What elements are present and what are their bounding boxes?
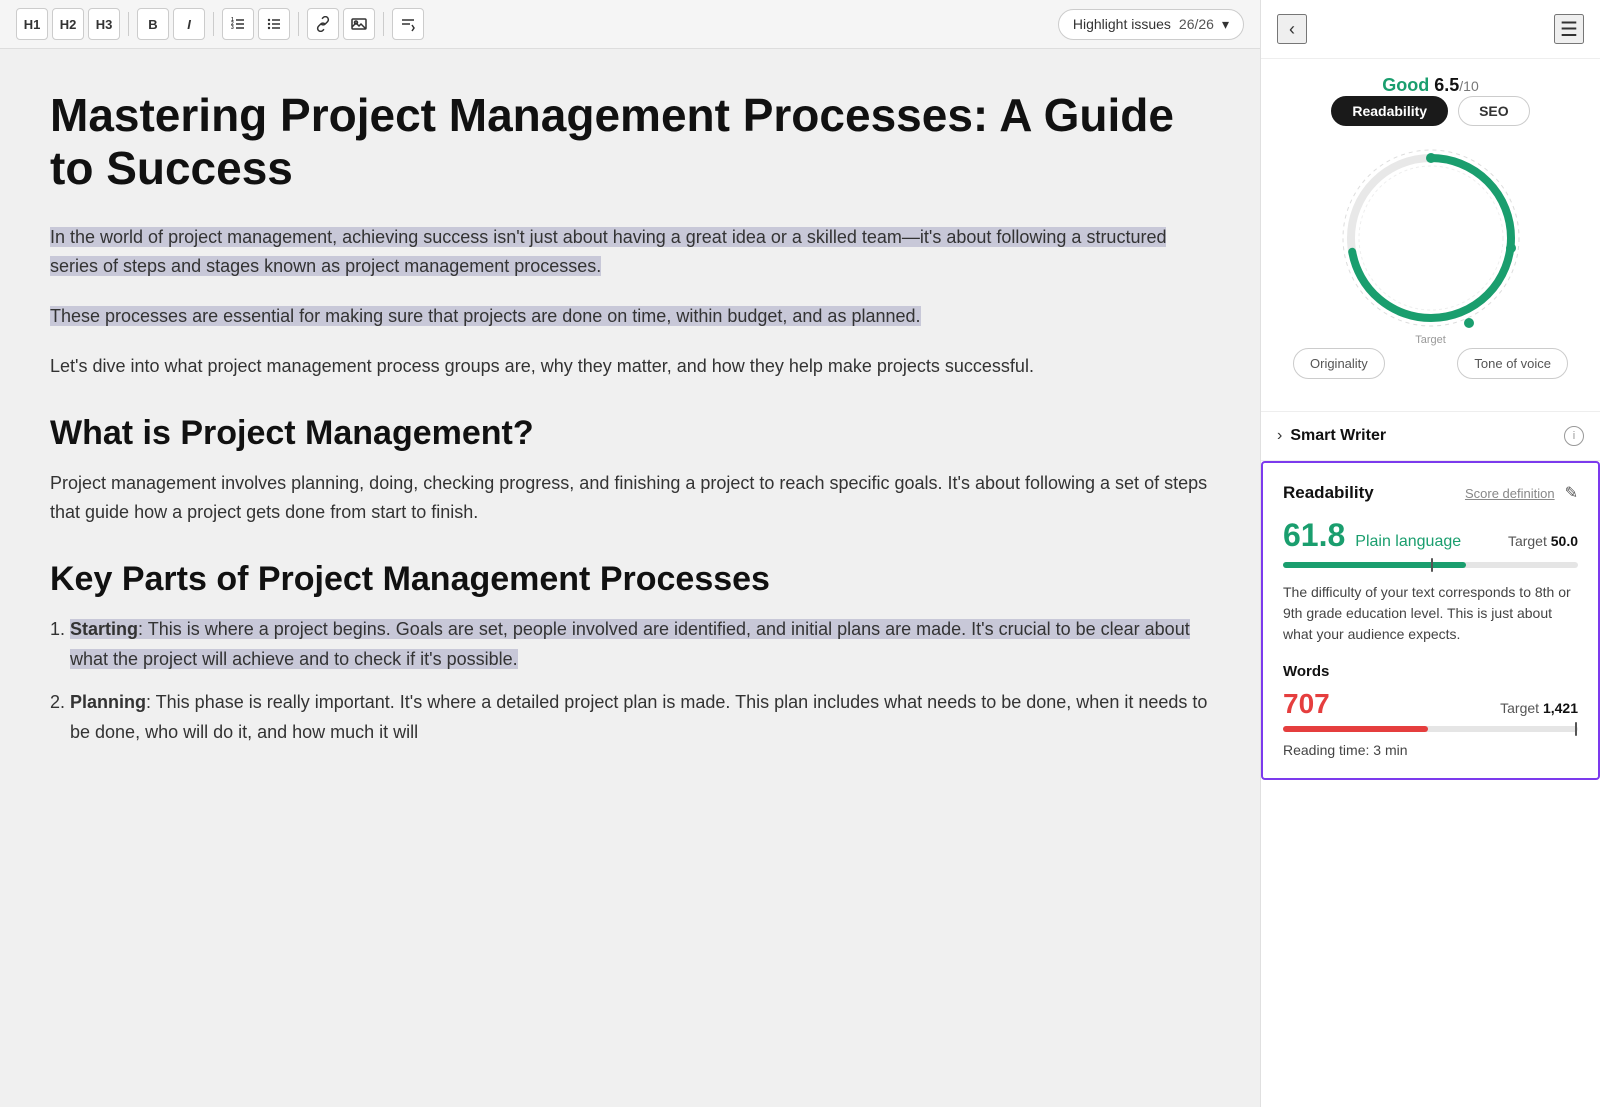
words-section: Words 707 Target 1,421 Reading time: 3 m… xyxy=(1283,663,1578,758)
toolbar: H1 H2 H3 B I 1 2 3 xyxy=(0,0,1260,49)
paragraph-pm: Project management involves planning, do… xyxy=(50,469,1210,528)
highlighted-text-2: These processes are essential for making… xyxy=(50,306,921,326)
smart-writer-label: Smart Writer xyxy=(1290,427,1564,445)
paragraph-1: In the world of project management, achi… xyxy=(50,223,1210,282)
tab-seo[interactable]: SEO xyxy=(1458,96,1530,126)
list-item-planning-text: : This phase is really important. It's w… xyxy=(70,692,1207,742)
highlighted-text-1: In the world of project management, achi… xyxy=(50,227,1166,277)
h2-button[interactable]: H2 xyxy=(52,8,84,40)
article-title: Mastering Project Management Processes: … xyxy=(50,89,1210,195)
sidebar-back-button[interactable]: ‹ xyxy=(1277,14,1307,44)
words-progress-bar xyxy=(1283,726,1578,732)
score-label: Good xyxy=(1382,75,1434,95)
gauge-svg xyxy=(1331,138,1531,338)
highlight-issues-button[interactable]: Highlight issues 26/26 ▾ xyxy=(1058,9,1244,40)
words-title: Words xyxy=(1283,663,1578,680)
image-button[interactable] xyxy=(343,8,375,40)
svg-text:3: 3 xyxy=(231,25,234,31)
list-item-starting-bold: Starting xyxy=(70,619,138,639)
readability-description: The difficulty of your text corresponds … xyxy=(1283,582,1578,645)
h3-button[interactable]: H3 xyxy=(88,8,120,40)
readability-panel: Readability Score definition ✎ 61.8 Plai… xyxy=(1261,461,1600,780)
toolbar-separator-3 xyxy=(298,12,299,36)
toolbar-separator-4 xyxy=(383,12,384,36)
score-value: 6.5 xyxy=(1434,75,1459,95)
words-row: 707 Target 1,421 xyxy=(1283,688,1578,720)
readability-score-row: 61.8 Plain language Target 50.0 xyxy=(1283,517,1578,554)
list-item-planning-bold: Planning xyxy=(70,692,146,712)
metric-buttons: Originality Tone of voice xyxy=(1277,348,1584,395)
readability-target: Target 50.0 xyxy=(1508,533,1578,549)
ordered-list-button[interactable]: 1 2 3 xyxy=(222,8,254,40)
originality-button[interactable]: Originality xyxy=(1293,348,1385,379)
sidebar: ‹ ☰ Good 6.5/10 Readability SEO xyxy=(1260,0,1600,1107)
list-item-planning: Planning: This phase is really important… xyxy=(70,688,1210,747)
words-target: Target 1,421 xyxy=(1500,700,1578,716)
reading-time: Reading time: 3 min xyxy=(1283,742,1578,758)
score-display: Good 6.5/10 xyxy=(1277,75,1584,96)
editor-panel: H1 H2 H3 B I 1 2 3 xyxy=(0,0,1260,1107)
smart-writer-arrow-icon: › xyxy=(1277,427,1282,445)
score-section: Good 6.5/10 Readability SEO xyxy=(1261,59,1600,411)
format-button[interactable] xyxy=(392,8,424,40)
readability-target-marker xyxy=(1431,558,1433,572)
words-count-value: 707 xyxy=(1283,688,1330,720)
paragraph-2: These processes are essential for making… xyxy=(50,302,1210,332)
list-item-starting-text: : This is where a project begins. Goals … xyxy=(70,619,1190,669)
list-item-starting: Starting: This is where a project begins… xyxy=(70,615,1210,674)
link-button[interactable] xyxy=(307,8,339,40)
sidebar-header: ‹ ☰ xyxy=(1261,0,1600,59)
heading-key-parts: Key Parts of Project Management Processe… xyxy=(50,560,1210,599)
sidebar-menu-button[interactable]: ☰ xyxy=(1554,14,1584,44)
readability-section-title: Readability xyxy=(1283,483,1465,503)
score-definition-link[interactable]: Score definition xyxy=(1465,486,1555,501)
paragraph-3: Let's dive into what project management … xyxy=(50,352,1210,382)
toolbar-separator-2 xyxy=(213,12,214,36)
readability-target-value: 50.0 xyxy=(1551,533,1578,549)
gauge-target-label: Target xyxy=(1415,334,1446,346)
score-denom: /10 xyxy=(1459,78,1478,94)
heading-what-is-pm: What is Project Management? xyxy=(50,414,1210,453)
italic-button[interactable]: I xyxy=(173,8,205,40)
edit-icon[interactable]: ✎ xyxy=(1565,483,1578,503)
highlight-label: Highlight issues xyxy=(1073,16,1171,32)
tab-row: Readability SEO xyxy=(1277,96,1584,126)
words-target-marker xyxy=(1575,722,1577,736)
key-parts-list: Starting: This is where a project begins… xyxy=(50,615,1210,748)
readability-level: Plain language xyxy=(1355,533,1461,551)
h1-button[interactable]: H1 xyxy=(16,8,48,40)
gauge-container: Target xyxy=(1331,138,1531,338)
readability-header: Readability Score definition ✎ xyxy=(1283,483,1578,503)
tone-of-voice-button[interactable]: Tone of voice xyxy=(1457,348,1568,379)
unordered-list-button[interactable] xyxy=(258,8,290,40)
readability-score-value: 61.8 xyxy=(1283,517,1345,554)
bold-button[interactable]: B xyxy=(137,8,169,40)
smart-writer-info-icon[interactable]: i xyxy=(1564,426,1584,446)
readability-progress-bar xyxy=(1283,562,1578,568)
toolbar-separator-1 xyxy=(128,12,129,36)
issue-count: 26/26 xyxy=(1179,16,1214,32)
tab-readability[interactable]: Readability xyxy=(1331,96,1448,126)
words-progress-fill xyxy=(1283,726,1428,732)
words-target-value: 1,421 xyxy=(1543,700,1578,716)
readability-progress-fill xyxy=(1283,562,1466,568)
editor-content[interactable]: Mastering Project Management Processes: … xyxy=(0,49,1260,1107)
smart-writer-row[interactable]: › Smart Writer i xyxy=(1261,411,1600,461)
chevron-down-icon: ▾ xyxy=(1222,16,1229,33)
